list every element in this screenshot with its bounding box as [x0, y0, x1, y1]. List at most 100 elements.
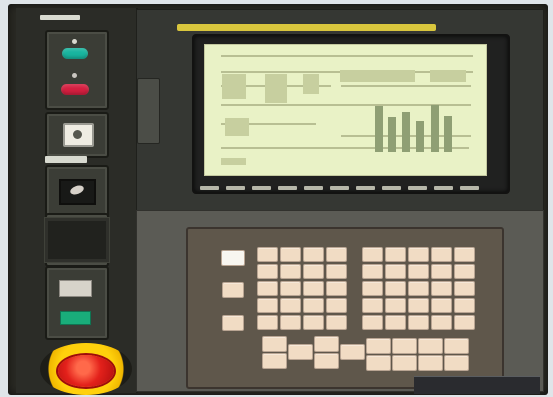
key[interactable]: [257, 298, 278, 313]
screen-bar: [444, 116, 452, 152]
key[interactable]: [280, 264, 301, 279]
key[interactable]: [326, 264, 347, 279]
green-button[interactable]: [62, 48, 88, 59]
key[interactable]: [431, 315, 452, 330]
key[interactable]: [366, 355, 391, 371]
key[interactable]: [326, 298, 347, 313]
key[interactable]: [408, 315, 429, 330]
key[interactable]: [303, 247, 324, 262]
dark-control-plate: [44, 217, 110, 263]
screen-block: [303, 74, 319, 94]
screen-block: [430, 70, 466, 82]
softkey[interactable]: [382, 186, 401, 190]
softkey[interactable]: [304, 186, 323, 190]
left-control-column: [16, 8, 138, 393]
display-screen: [204, 44, 487, 176]
key[interactable]: [385, 315, 406, 330]
screen-line: [221, 55, 473, 57]
key[interactable]: [280, 281, 301, 296]
key[interactable]: [262, 336, 287, 352]
middle-label: [45, 156, 87, 163]
key[interactable]: [444, 338, 469, 354]
key[interactable]: [454, 281, 475, 296]
softkey[interactable]: [460, 186, 479, 190]
key[interactable]: [257, 315, 278, 330]
key[interactable]: [362, 247, 383, 262]
mode-switch[interactable]: [59, 179, 96, 205]
key[interactable]: [314, 353, 339, 369]
key[interactable]: [303, 298, 324, 313]
key[interactable]: [385, 281, 406, 296]
emergency-stop-button[interactable]: [58, 355, 114, 387]
key[interactable]: [362, 264, 383, 279]
key[interactable]: [257, 264, 278, 279]
softkey[interactable]: [330, 186, 349, 190]
key[interactable]: [366, 338, 391, 354]
key[interactable]: [314, 336, 339, 352]
key[interactable]: [385, 264, 406, 279]
key[interactable]: [303, 315, 324, 330]
rotary-selector[interactable]: [63, 123, 94, 147]
key[interactable]: [444, 355, 469, 371]
key[interactable]: [362, 315, 383, 330]
white-button[interactable]: [59, 280, 92, 297]
key[interactable]: [408, 264, 429, 279]
softkey[interactable]: [278, 186, 297, 190]
softkey-row: [194, 186, 497, 192]
key[interactable]: [408, 298, 429, 313]
key[interactable]: [326, 281, 347, 296]
screen-bar: [388, 117, 396, 152]
key[interactable]: [408, 247, 429, 262]
key[interactable]: [431, 247, 452, 262]
key[interactable]: [326, 315, 347, 330]
key[interactable]: [362, 281, 383, 296]
key[interactable]: [392, 355, 417, 371]
softkey[interactable]: [408, 186, 427, 190]
key[interactable]: [280, 247, 301, 262]
key[interactable]: [431, 264, 452, 279]
screen-bar: [431, 105, 439, 152]
key[interactable]: [392, 338, 417, 354]
screen-bar: [416, 121, 424, 152]
key[interactable]: [221, 250, 245, 266]
key[interactable]: [222, 282, 244, 298]
key[interactable]: [257, 281, 278, 296]
key[interactable]: [340, 344, 365, 360]
red-button[interactable]: [61, 84, 89, 95]
lower-control-plate: [45, 266, 109, 340]
key[interactable]: [454, 298, 475, 313]
key[interactable]: [431, 281, 452, 296]
key[interactable]: [385, 298, 406, 313]
softkey[interactable]: [434, 186, 453, 190]
key[interactable]: [408, 281, 429, 296]
key[interactable]: [257, 247, 278, 262]
key[interactable]: [288, 344, 313, 360]
key[interactable]: [326, 247, 347, 262]
key[interactable]: [362, 298, 383, 313]
switch-icon: [69, 183, 85, 197]
key[interactable]: [303, 281, 324, 296]
key[interactable]: [280, 298, 301, 313]
key[interactable]: [418, 355, 443, 371]
screen-block: [265, 74, 287, 103]
key[interactable]: [431, 298, 452, 313]
softkey[interactable]: [200, 186, 219, 190]
softkey[interactable]: [226, 186, 245, 190]
screen-block: [340, 70, 415, 82]
key[interactable]: [454, 247, 475, 262]
key[interactable]: [222, 315, 244, 331]
indicator-light-2: [72, 73, 77, 78]
indicator-light: [72, 39, 77, 44]
key[interactable]: [303, 264, 324, 279]
key[interactable]: [385, 247, 406, 262]
screen-block: [225, 118, 249, 136]
softkey[interactable]: [252, 186, 271, 190]
key[interactable]: [280, 315, 301, 330]
green-lower-button[interactable]: [60, 311, 91, 325]
key[interactable]: [418, 338, 443, 354]
key[interactable]: [262, 353, 287, 369]
key[interactable]: [454, 264, 475, 279]
key[interactable]: [454, 315, 475, 330]
softkey[interactable]: [356, 186, 375, 190]
mode-switch-plate: [45, 165, 109, 217]
